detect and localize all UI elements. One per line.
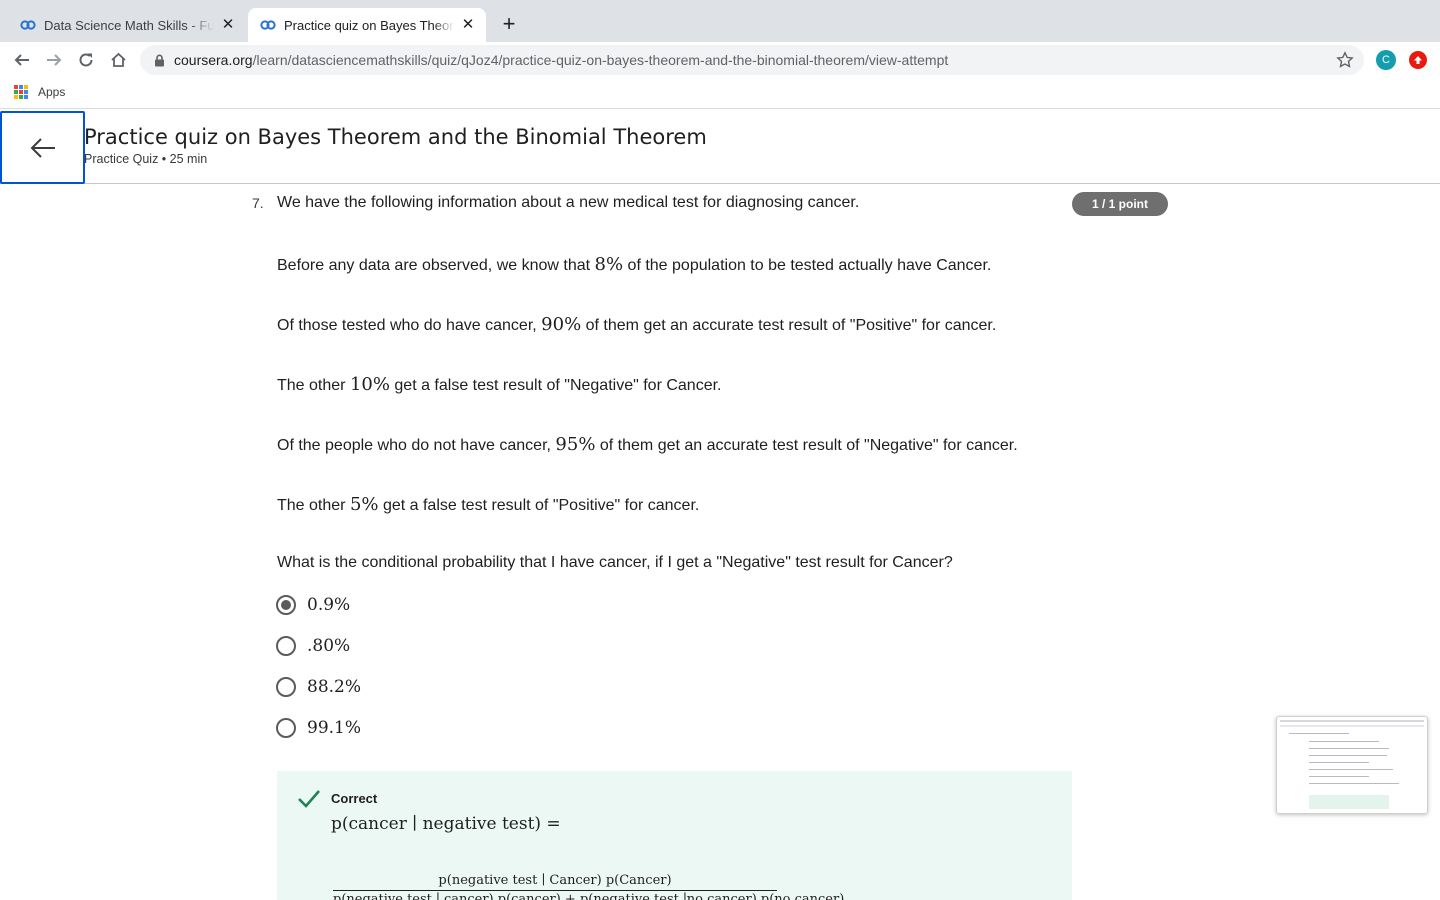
apps-label: Apps [38,85,66,99]
text: Before any data are observed, we know th… [277,257,595,274]
thumbnail-line [1309,741,1379,742]
url-host: coursera.org [174,52,253,68]
apps-grid-icon [14,85,28,99]
thumbnail-line [1309,783,1399,784]
quiz-header: Practice quiz on Bayes Theorem and the B… [0,110,1440,184]
option-label: 0.9% [307,595,351,615]
question-text: We have the following information about … [277,194,860,211]
browser-toolbar: coursera.org/learn/datasciencemathskills… [0,42,1440,78]
text: of them get an accurate test result of "… [581,317,997,334]
text: of them get an accurate test result of "… [595,437,1018,454]
text: The other [277,497,350,514]
answer-option[interactable]: 0.9% [276,593,350,617]
apps-bookmark[interactable]: Apps [14,85,65,99]
option-label: 99.1% [307,718,362,738]
browser-tab-data-science[interactable]: Data Science Math Skills - Fun ✕ [8,8,246,42]
lock-icon [154,53,168,67]
answer-option[interactable]: 88.2% [276,675,361,699]
back-button[interactable] [0,111,85,184]
math-value: 90% [541,314,582,335]
math-value: 95% [555,434,596,455]
formula-fraction: p(negative test ∣ Cancer) p(Cancer) p(ne… [333,873,845,900]
thumbnail-line [1309,748,1389,749]
question-paragraph: The other 5% get a false test result of … [277,494,699,515]
home-icon[interactable] [106,48,130,72]
new-tab-icon[interactable]: + [498,13,520,35]
radio-button[interactable] [276,718,296,738]
back-arrow-icon[interactable] [10,48,34,72]
arrow-left-icon [30,137,55,158]
quiz-meta: Practice Quiz • 25 min [84,152,208,166]
question-paragraph: Of those tested who do have cancer, 90% … [277,314,996,335]
browser-tab-practice-quiz[interactable]: Practice quiz on Bayes Theorem ✕ [248,8,486,42]
text: get a false test result of "Negative" fo… [389,377,722,394]
thumbnail-line [1309,769,1393,770]
formula-line: p(cancer ∣ negative test) = [331,814,561,834]
coursera-favicon-icon [20,17,36,33]
close-tab-icon[interactable]: ✕ [220,17,236,33]
forward-arrow-icon[interactable] [42,48,66,72]
question-number: 7. [252,195,264,211]
radio-button[interactable] [276,636,296,656]
question-paragraph: The other 10% get a false test result of… [277,374,721,395]
answer-option[interactable]: .80% [276,634,350,658]
thumbnail-bar [1280,720,1424,722]
bookmarks-bar: Apps [0,78,1440,109]
question-paragraph: Of the people who do not have cancer, 95… [277,434,1018,455]
thumbnail-bar [1280,725,1424,727]
tab-title: Data Science Math Skills - Fun [44,17,214,33]
bookmark-star-icon[interactable] [1336,51,1354,69]
thumbnail-line [1289,733,1349,734]
radio-button[interactable] [276,677,296,697]
thumbnail-line [1309,762,1369,763]
feedback-status: Correct [331,791,378,806]
tab-title: Practice quiz on Bayes Theorem [284,17,454,33]
profile-avatar[interactable]: C [1376,50,1396,70]
coursera-favicon-icon [260,17,276,33]
text: Of the people who do not have cancer, [277,437,556,454]
thumbnail-highlight [1309,795,1389,809]
text: Of those tested who do have cancer, [277,317,542,334]
option-label: .80% [307,636,351,656]
points-badge: 1 / 1 point [1072,192,1168,216]
extension-icon[interactable] [1409,51,1427,69]
answer-option[interactable]: 99.1% [276,716,361,740]
question-prompt: What is the conditional probability that… [277,554,953,571]
address-bar[interactable]: coursera.org/learn/datasciencemathskills… [140,45,1364,75]
url-text: coursera.org/learn/datasciencemathskills… [174,52,948,68]
reload-icon[interactable] [74,48,98,72]
math-value: 10% [349,374,390,395]
math-value: 8% [594,254,624,275]
text: The other [277,377,350,394]
text: get a false test result of "Positive" fo… [378,497,700,514]
checkmark-icon [297,789,321,809]
close-tab-icon[interactable]: ✕ [460,17,476,33]
text: of the population to be tested actually … [623,257,992,274]
thumbnail-line [1309,776,1369,777]
option-label: 88.2% [307,677,362,697]
question-paragraph: Before any data are observed, we know th… [277,254,991,275]
thumbnail-line [1309,755,1387,756]
radio-button[interactable] [276,595,296,615]
url-path: /learn/datasciencemathskills/quiz/qJoz4/… [252,52,949,68]
browser-tabstrip: Data Science Math Skills - Fun ✕ Practic… [0,0,1440,42]
page-title: Practice quiz on Bayes Theorem and the B… [84,125,707,149]
math-value: 5% [349,494,379,515]
screenshot-thumbnail[interactable] [1276,716,1428,814]
fraction-numerator: p(negative test ∣ Cancer) p(Cancer) [438,873,672,888]
feedback-panel: Correct p(cancer ∣ negative test) = p(ne… [277,771,1072,900]
fraction-denominator: p(negative test ∣ cancer) p(cancer) + p(… [333,892,845,900]
